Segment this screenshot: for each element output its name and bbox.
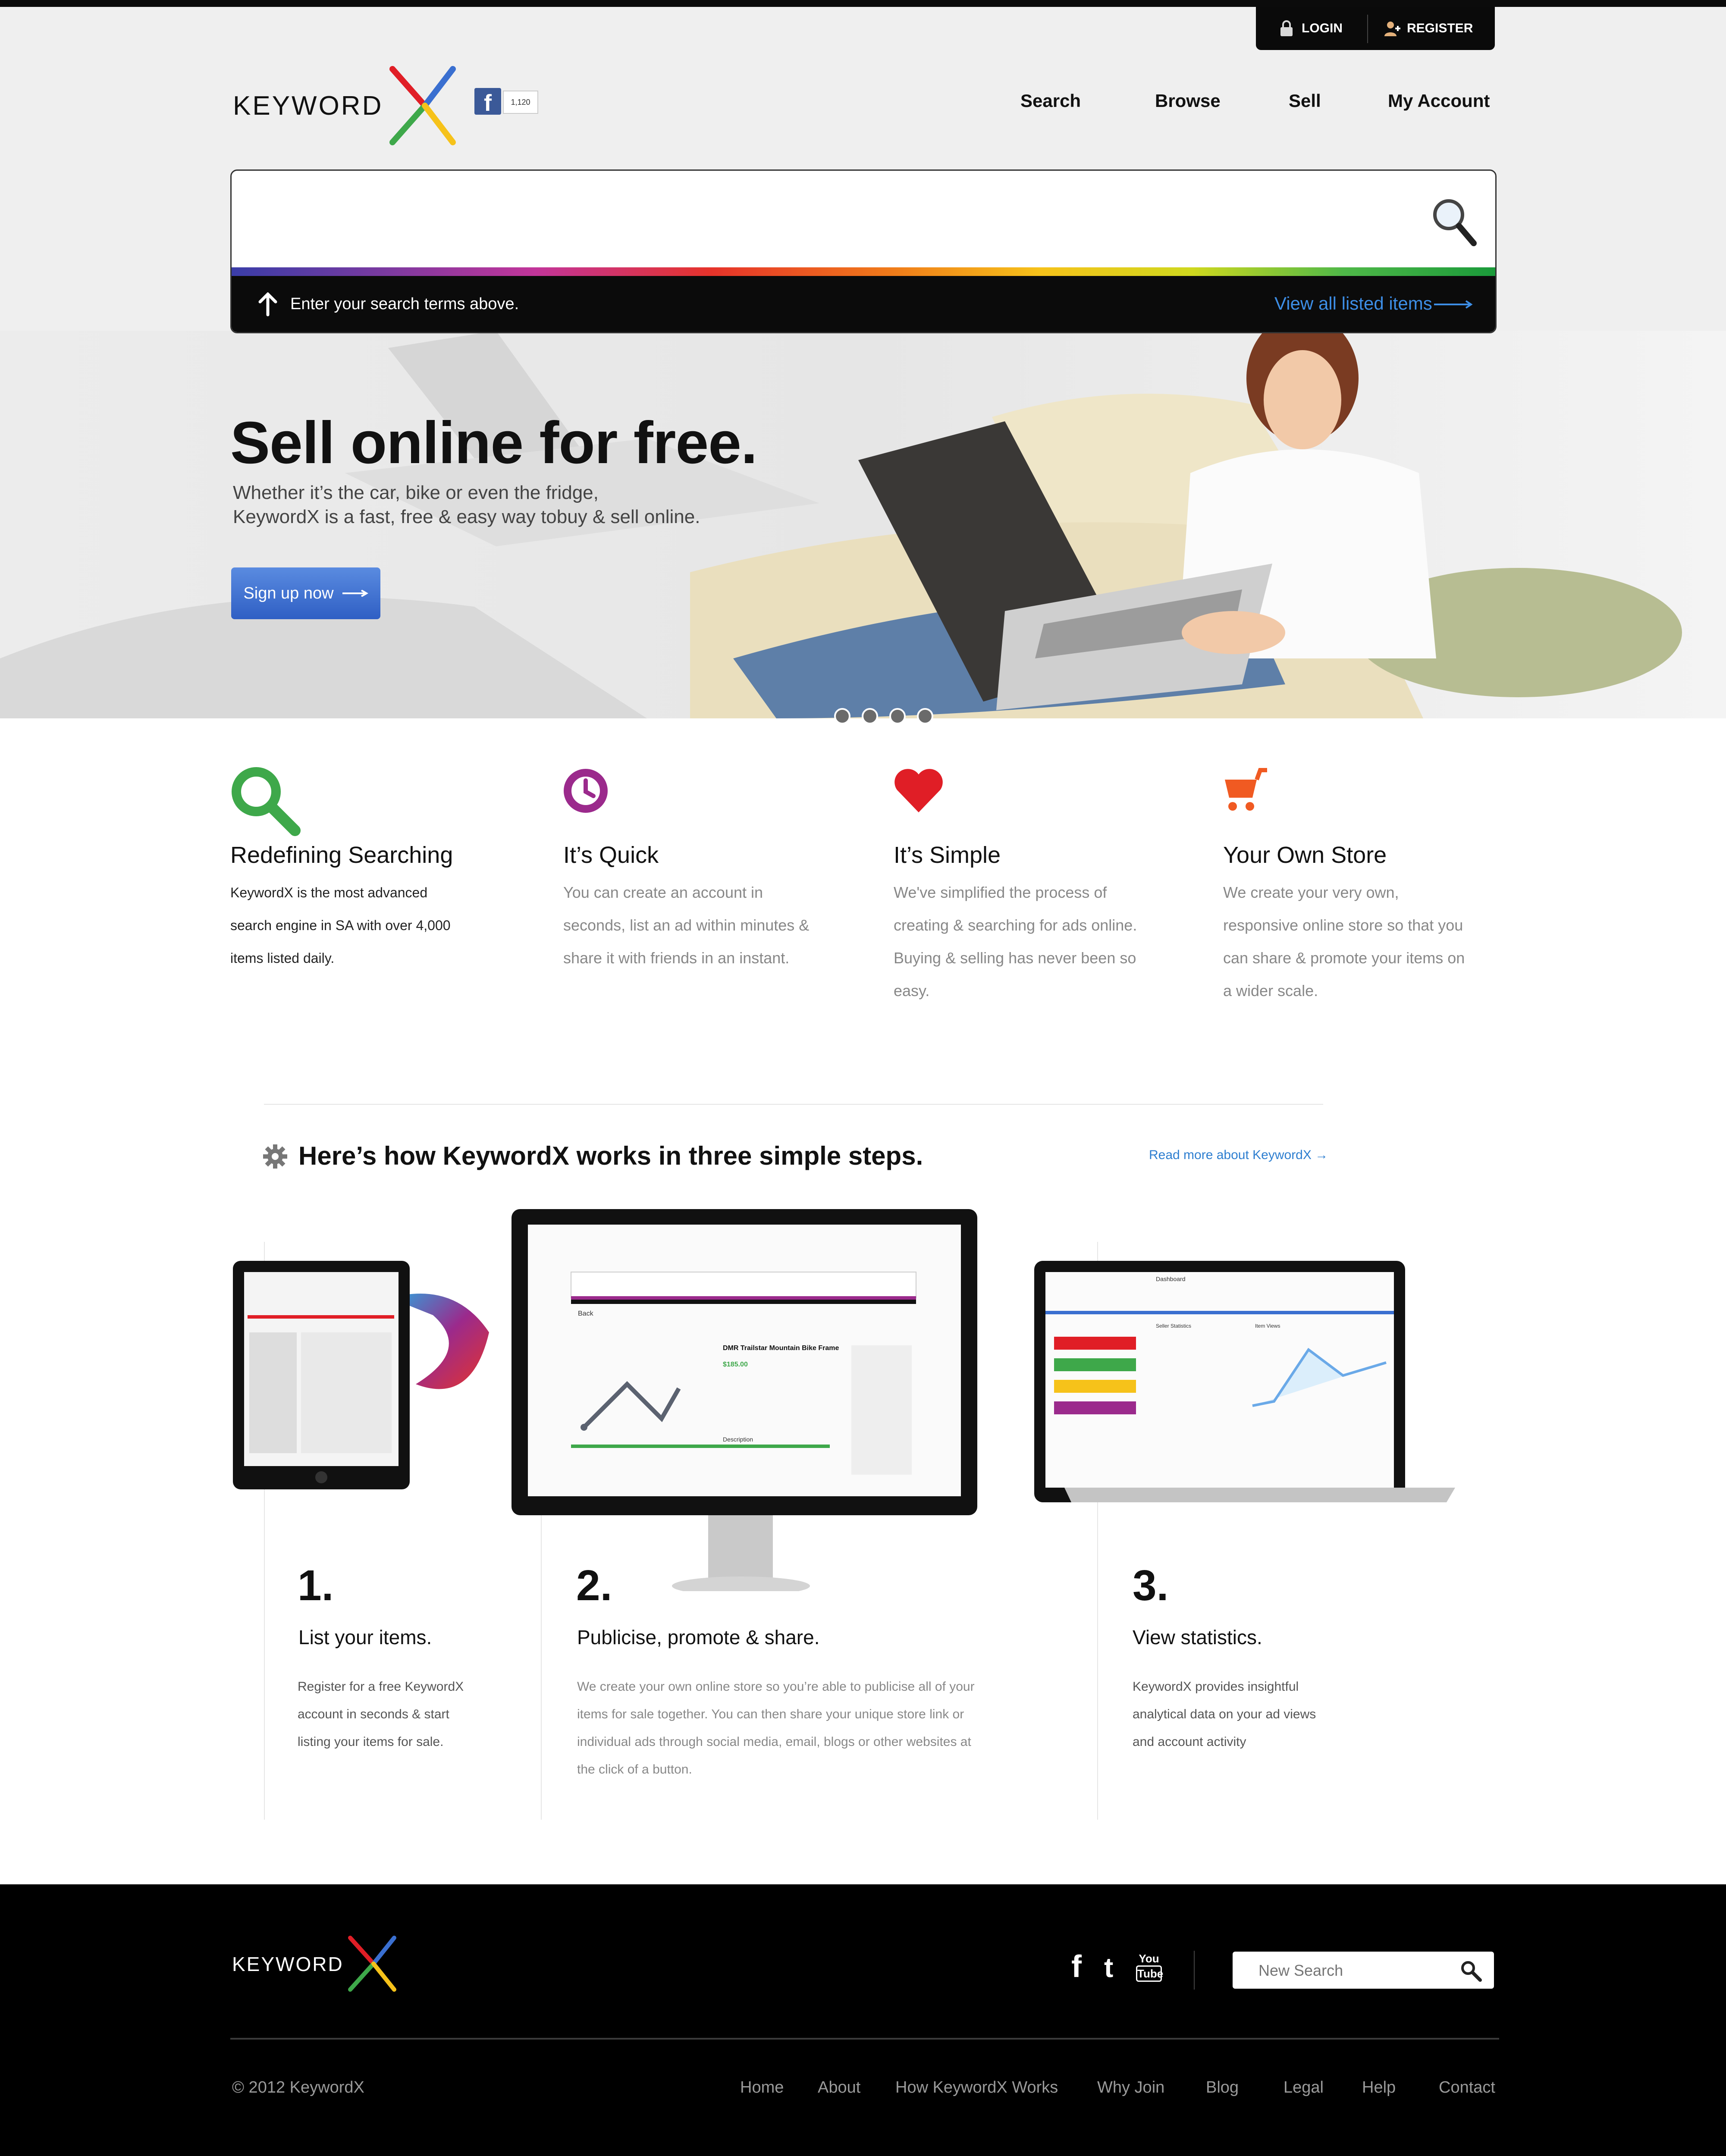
feature-title-simple: It’s Simple [894,842,1001,868]
step-title-2: Publicise, promote & share. [577,1626,820,1648]
carousel-dot-4[interactable] [917,708,933,724]
mockup-price: $185.00 [723,1361,748,1368]
footer-link-home[interactable]: Home [740,2078,784,2097]
logo-text: KEYWORD [233,91,383,121]
arrow-right-icon: → [1311,1148,1328,1162]
footer-logo-text: KEYWORD [232,1953,344,1975]
step-body-1: Register for a free KeywordX account in s… [298,1680,464,1749]
search-icon[interactable] [1459,1959,1483,1983]
footer-link-about[interactable]: About [818,2078,860,2097]
nav-sell[interactable]: Sell [1289,91,1321,111]
keywordx-logo[interactable]: KEYWORD [233,65,466,147]
footer-link-why-join[interactable]: Why Join [1097,2078,1164,2097]
step-number-2: 2. [576,1561,612,1610]
sign-up-label: Sign up now [243,584,334,602]
footer-link-how-it-works[interactable]: How KeywordX Works [895,2078,1058,2097]
footer-link-blog[interactable]: Blog [1206,2078,1239,2097]
login-label: LOGIN [1302,21,1343,35]
footer-logo[interactable]: KEYWORD [232,1934,405,1995]
feature-title-quick: It’s Quick [563,842,659,868]
feature-body-searching: KeywordX is the most advanced search engi… [230,885,451,966]
login-link[interactable]: LOGIN [1279,7,1343,50]
cart-icon [1225,768,1267,811]
feature-title-searching: Redefining Searching [230,842,453,868]
youtube-icon[interactable]: You Tube [1136,1952,1163,1982]
footer-link-help[interactable]: Help [1362,2078,1396,2097]
sign-up-button[interactable]: Sign up now [231,567,380,619]
footer-search-box [1233,1952,1494,1990]
mockup-product-title: DMR Trailstar Mountain Bike Frame [723,1344,839,1352]
nav-search[interactable]: Search [1020,91,1081,111]
steps-title: Here’s how KeywordX works in three simpl… [298,1141,923,1170]
view-all-link[interactable]: View all listed items [1274,293,1432,314]
main-search-input[interactable] [245,188,1411,249]
read-more-link[interactable]: Read more about KeywordX → [1149,1148,1328,1163]
mockup-item-views: Item Views [1255,1323,1280,1329]
step-number-3: 3. [1133,1561,1169,1610]
footer-rule [230,2038,1499,2040]
footer-search-input[interactable] [1233,1952,1475,1990]
mockup-description-label: Description [723,1436,753,1443]
heart-icon [894,769,943,812]
feature-body-quick: You can create an account in seconds, lis… [563,884,810,967]
facebook-icon[interactable]: f [1071,1949,1082,1984]
register-label: REGISTER [1407,21,1473,35]
feature-body-store: We create your very own, responsive onlin… [1223,884,1465,1000]
carousel-dot-3[interactable] [889,708,906,724]
search-icon[interactable] [1431,197,1478,248]
logo-x-mark [389,66,456,145]
lock-icon [1280,20,1293,36]
nav-my-account[interactable]: My Account [1388,91,1490,111]
auth-divider [1367,15,1368,43]
arrow-right-icon [342,590,368,597]
user-add-icon [1384,22,1400,36]
step-title-1: List your items. [298,1626,432,1648]
step-body-2: We create your own online store so you’r… [577,1680,975,1777]
mockup-dashboard-title: Dashboard [1156,1275,1186,1282]
copyright: © 2012 KeywordX [232,2078,364,2096]
search-icon [232,767,301,836]
register-link[interactable]: REGISTER [1384,7,1473,50]
arrow-right-icon [1434,300,1473,309]
clock-icon [564,769,608,813]
carousel-dot-2[interactable] [862,708,878,724]
rainbow-strip [232,267,1495,276]
twitter-icon[interactable]: t [1104,1952,1113,1984]
hero-title: Sell online for free. [230,410,757,476]
step-body-3: KeywordX provides insightful analytical d… [1133,1680,1316,1749]
devices-illustration [233,1209,1455,1591]
footer-link-legal[interactable]: Legal [1284,2078,1324,2097]
top-strip [0,0,1726,7]
logo-x-mark [348,1936,396,1992]
arrow-up-icon [258,292,277,317]
facebook-like-icon[interactable]: f [474,88,501,116]
carousel-dot-1[interactable] [834,708,850,724]
footer [0,1884,1726,2156]
search-hint: Enter your search terms above. [290,295,519,313]
auth-bar: LOGIN REGISTER [1256,7,1495,50]
facebook-like-count: 1,120 [503,91,538,114]
step-title-3: View statistics. [1133,1626,1262,1648]
footer-divider [1194,1951,1195,1990]
feature-title-store: Your Own Store [1223,842,1387,868]
footer-link-contact[interactable]: Contact [1439,2078,1495,2097]
hero-subtitle-line-2: KeywordX is a fast, free & easy way tobu… [233,506,700,527]
feature-body-simple: We've simplified the process of creating … [894,884,1137,1000]
gear-icon [263,1144,287,1169]
mockup-seller-stats: Seller Statistics [1156,1323,1192,1329]
section-divider [264,1104,1323,1105]
step-number-1: 1. [298,1561,334,1610]
mockup-back: Back [578,1310,593,1317]
hero-subtitle-line-1: Whether it’s the car, bike or even the f… [233,482,599,503]
main-search-box: Enter your search terms above. View all … [230,169,1497,333]
nav-browse[interactable]: Browse [1155,91,1221,111]
search-footer-bar: Enter your search terms above. View all … [232,276,1495,332]
